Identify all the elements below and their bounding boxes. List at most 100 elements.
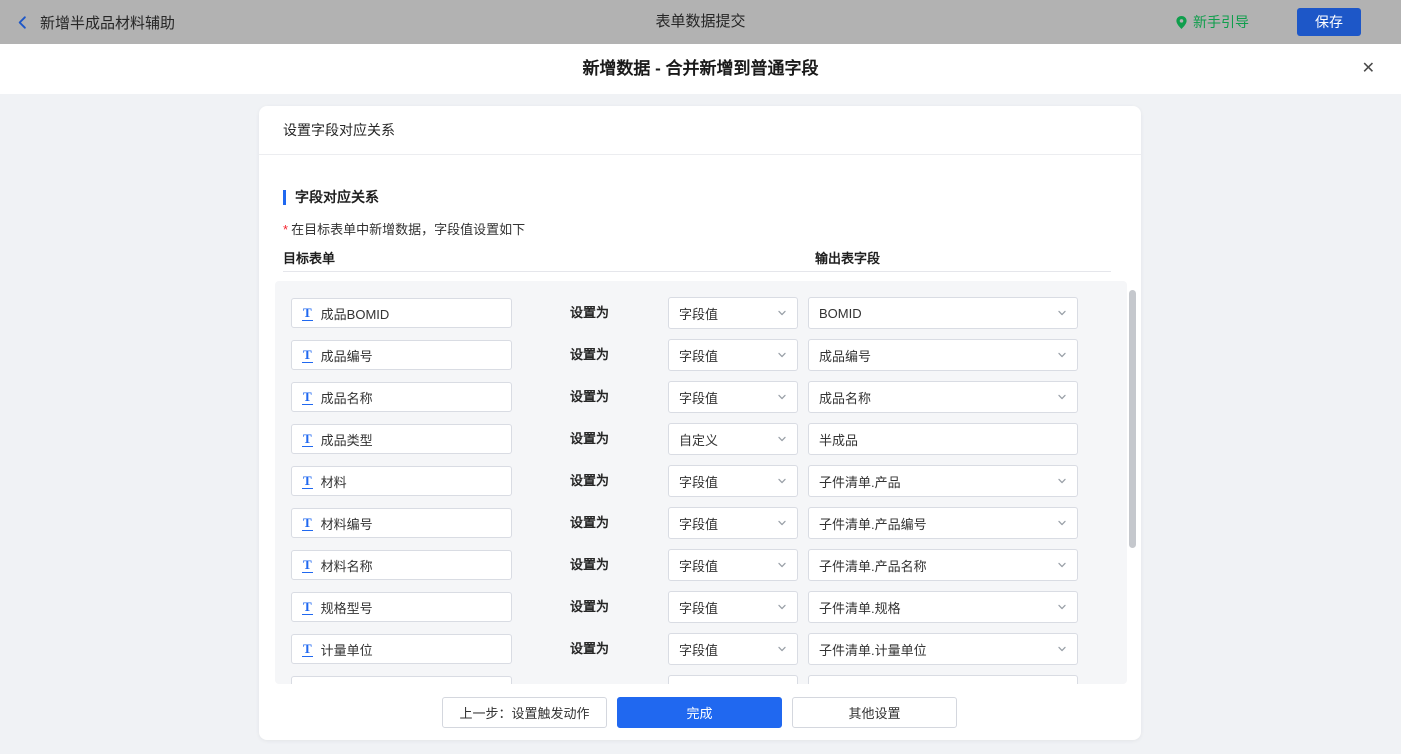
value-chevron-down-icon <box>1058 646 1066 652</box>
section-title: 字段对应关系 <box>283 190 379 205</box>
mode-select[interactable] <box>668 675 798 684</box>
text-field-icon: T <box>302 304 313 321</box>
prev-step-button[interactable]: 上一步：设置触发动作 <box>442 697 607 728</box>
mode-select-value: 自定义 <box>679 432 719 448</box>
set-as-label: 设置为 <box>570 305 610 320</box>
mode-select[interactable]: 字段值 <box>668 633 798 665</box>
mode-chevron-down-icon <box>778 436 786 442</box>
value-select-value: BOMID <box>819 305 862 321</box>
scrollbar-thumb[interactable] <box>1129 290 1136 548</box>
target-field-input[interactable]: T 计量单位 <box>291 634 512 664</box>
value-select-value: 成品编号 <box>819 348 872 364</box>
value-select[interactable]: 成品名称 <box>808 381 1078 413</box>
mode-select-value: 字段值 <box>679 516 719 532</box>
hint-text-label: 在目标表单中新增数据，字段值设置如下 <box>291 222 526 237</box>
target-field-label: 规格型号 <box>320 600 373 616</box>
done-button[interactable]: 完成 <box>617 697 782 728</box>
text-field-icon: T <box>302 388 313 405</box>
value-select[interactable]: BOMID <box>808 297 1078 329</box>
set-as-label: 设置为 <box>570 599 610 614</box>
target-field-label: 成品BOMID <box>320 306 390 322</box>
mapping-row: T 成品BOMID 设置为 字段值 BOMID <box>275 297 1127 329</box>
other-settings-button[interactable]: 其他设置 <box>792 697 957 728</box>
required-asterisk: * <box>283 222 289 237</box>
target-field-label: 成品类型 <box>320 432 373 448</box>
mode-select-value: 字段值 <box>679 348 719 364</box>
mode-select-value: 字段值 <box>679 474 719 490</box>
location-pin-icon <box>1176 15 1187 29</box>
mode-select[interactable]: 字段值 <box>668 507 798 539</box>
value-chevron-down-icon <box>1058 478 1066 484</box>
value-select[interactable]: 半成品 <box>808 423 1078 455</box>
mode-select[interactable]: 字段值 <box>668 381 798 413</box>
target-field-input[interactable]: T 规格型号 <box>291 592 512 622</box>
value-chevron-down-icon <box>1058 352 1066 358</box>
mapping-row: T 成品名称 设置为 字段值 成品名称 <box>275 381 1127 413</box>
text-field-icon: T <box>302 556 313 573</box>
page-title: 新增半成品材料辅助 <box>40 14 176 32</box>
mode-select-value: 字段值 <box>679 306 719 322</box>
target-field-label: 材料编号 <box>320 516 373 532</box>
value-chevron-down-icon <box>1058 310 1066 316</box>
mapping-row: T 计量单位 设置为 字段值 子件清单.计量单位 <box>275 633 1127 665</box>
target-field-input[interactable]: T 成品类型 <box>291 424 512 454</box>
close-icon[interactable]: ✕ <box>1362 44 1375 94</box>
target-field-input[interactable]: T 成品BOMID <box>291 298 512 328</box>
mode-chevron-down-icon <box>778 562 786 568</box>
content-area: 设置字段对应关系 字段对应关系 * 在目标表单中新增数据，字段值设置如下 目标表单… <box>0 94 1401 754</box>
mode-select[interactable]: 字段值 <box>668 549 798 581</box>
set-as-label: 设置为 <box>570 473 610 488</box>
target-field-input[interactable]: T <box>291 676 512 684</box>
mode-chevron-down-icon <box>778 310 786 316</box>
text-field-icon: T <box>302 640 313 657</box>
text-field-icon: T <box>302 430 313 447</box>
value-select[interactable]: 成品编号 <box>808 339 1078 371</box>
text-field-icon: T <box>302 472 313 489</box>
target-field-label: 计量单位 <box>320 642 373 658</box>
save-button[interactable]: 保存 <box>1297 8 1361 36</box>
topbar: 新增半成品材料辅助 表单数据提交 新手引导 保存 <box>0 0 1401 44</box>
text-field-icon: T <box>302 346 313 363</box>
mapping-row: T 材料编号 设置为 字段值 子件清单.产品编号 <box>275 507 1127 539</box>
back-button[interactable] <box>14 14 31 31</box>
modal-titlebar: 新增数据 - 合并新增到普通字段 ✕ <box>0 44 1401 94</box>
mode-select[interactable]: 自定义 <box>668 423 798 455</box>
mode-select[interactable]: 字段值 <box>668 465 798 497</box>
mapping-row: T 材料名称 设置为 字段值 子件清单.产品名称 <box>275 549 1127 581</box>
value-select[interactable]: 子件清单.计量单位 <box>808 633 1078 665</box>
target-field-input[interactable]: T 材料 <box>291 466 512 496</box>
value-select[interactable]: 子件清单.产品编号 <box>808 507 1078 539</box>
mode-chevron-down-icon <box>778 520 786 526</box>
value-select[interactable] <box>808 675 1078 684</box>
value-select[interactable]: 子件清单.规格 <box>808 591 1078 623</box>
mode-select[interactable]: 字段值 <box>668 591 798 623</box>
text-field-icon: T <box>302 598 313 615</box>
value-select-value: 子件清单.计量单位 <box>819 642 927 658</box>
value-select[interactable]: 子件清单.产品 <box>808 465 1078 497</box>
mapping-row: T 规格型号 设置为 字段值 子件清单.规格 <box>275 591 1127 623</box>
value-select[interactable]: 子件清单.产品名称 <box>808 549 1078 581</box>
beginner-guide-link[interactable]: 新手引导 <box>1175 12 1249 32</box>
mode-chevron-down-icon <box>778 478 786 484</box>
value-select-value: 子件清单.产品名称 <box>819 558 927 574</box>
mode-chevron-down-icon <box>778 604 786 610</box>
mapping-row: T <box>275 675 1127 684</box>
value-chevron-down-icon <box>1058 394 1066 400</box>
column-header-output-field: 输出表字段 <box>815 251 881 266</box>
mode-select-value: 字段值 <box>679 558 719 574</box>
target-field-input[interactable]: T 材料名称 <box>291 550 512 580</box>
value-select-value: 成品名称 <box>819 390 872 406</box>
target-field-input[interactable]: T 成品名称 <box>291 382 512 412</box>
value-select-value: 子件清单.规格 <box>819 600 901 616</box>
chevron-left-icon <box>18 15 26 29</box>
mode-select-value: 字段值 <box>679 642 719 658</box>
target-field-input[interactable]: T 成品编号 <box>291 340 512 370</box>
text-field-icon: T <box>302 684 313 685</box>
mode-select[interactable]: 字段值 <box>668 297 798 329</box>
card-header-title: 设置字段对应关系 <box>259 106 1141 155</box>
mapping-list: T 成品BOMID 设置为 字段值 BOMID T 成品编号 设置为 字段值 成… <box>275 281 1127 684</box>
target-field-input[interactable]: T 材料编号 <box>291 508 512 538</box>
topbar-right: 新手引导 保存 <box>1175 0 1361 44</box>
set-as-label: 设置为 <box>570 431 610 446</box>
mode-select[interactable]: 字段值 <box>668 339 798 371</box>
